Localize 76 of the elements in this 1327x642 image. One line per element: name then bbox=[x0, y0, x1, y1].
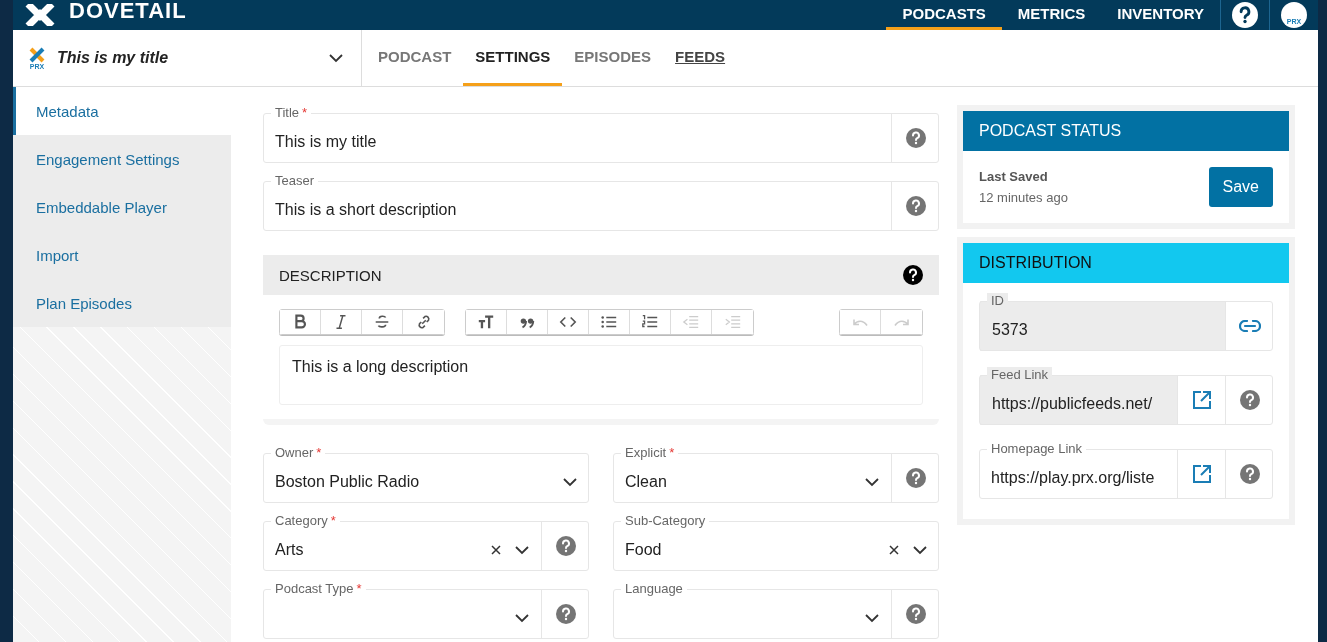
input-field[interactable]: Teaser This is a short description bbox=[263, 173, 939, 231]
section-heading: DESCRIPTION bbox=[279, 266, 382, 284]
field-label: Podcast Type * bbox=[271, 581, 366, 597]
help-icon bbox=[905, 196, 926, 216]
indent-icon bbox=[723, 313, 742, 331]
select-field[interactable]: Category * Arts bbox=[263, 513, 589, 571]
help-icon bbox=[905, 604, 926, 624]
field-label: Explicit * bbox=[621, 445, 679, 461]
nav-link[interactable]: METRICS bbox=[1001, 0, 1102, 30]
field-value: This is my title bbox=[275, 133, 378, 151]
text-size-icon bbox=[477, 313, 495, 331]
chevron-down-icon bbox=[515, 545, 529, 555]
select-field[interactable]: Owner * Boston Public Radio bbox=[263, 445, 589, 503]
clear-icon bbox=[491, 545, 501, 555]
field-label: Sub-Category bbox=[621, 513, 710, 529]
select-field[interactable]: Explicit * Clean bbox=[613, 445, 939, 503]
field-value: https://publicfeeds.net/ bbox=[992, 395, 1154, 413]
help-icon bbox=[1239, 390, 1260, 410]
undo-icon bbox=[852, 317, 868, 327]
tab[interactable]: SETTINGS bbox=[463, 30, 563, 86]
card-heading: PODCAST STATUS bbox=[963, 111, 1289, 151]
sidebar-item[interactable]: Embeddable Player bbox=[13, 183, 231, 231]
strike-icon bbox=[373, 313, 391, 331]
last-saved-time: 12 minutes ago bbox=[979, 190, 1068, 205]
select-field[interactable]: Podcast Type * bbox=[263, 581, 589, 639]
card-heading: DISTRIBUTION bbox=[963, 243, 1289, 283]
select-field[interactable]: Sub-Category Food bbox=[613, 513, 939, 571]
logo-icon bbox=[25, 4, 55, 26]
sidebar-item[interactable]: Metadata bbox=[13, 87, 231, 135]
help-icon bbox=[905, 468, 926, 488]
external-link-icon bbox=[1191, 464, 1212, 484]
description-editor[interactable]: This is a long description bbox=[279, 345, 923, 405]
last-saved-label: Last Saved bbox=[979, 169, 1049, 184]
tab[interactable]: FEEDS bbox=[663, 30, 738, 86]
help-icon bbox=[903, 265, 923, 285]
help-icon bbox=[555, 536, 576, 556]
field-label: Homepage Link bbox=[987, 441, 1087, 457]
brand-name: DOVETAIL bbox=[69, 0, 187, 24]
clear-icon bbox=[889, 545, 899, 555]
help-icon[interactable] bbox=[1232, 2, 1258, 28]
tab[interactable]: EPISODES bbox=[562, 30, 664, 86]
help-icon bbox=[555, 604, 576, 624]
bullet-list-icon bbox=[600, 313, 618, 331]
chevron-down-icon bbox=[515, 613, 529, 623]
chevron-down-icon bbox=[913, 545, 927, 555]
field-value: Arts bbox=[275, 541, 305, 559]
external-link-icon bbox=[1191, 390, 1212, 410]
sidebar-item[interactable]: Engagement Settings bbox=[13, 135, 231, 183]
link-icon bbox=[1238, 320, 1261, 332]
sidebar-item[interactable]: Import bbox=[13, 231, 231, 279]
field-value: Food bbox=[625, 541, 663, 559]
field-label: Language bbox=[621, 581, 687, 597]
sidebar-item[interactable]: Plan Episodes bbox=[13, 279, 231, 327]
text-size-button[interactable] bbox=[466, 310, 507, 334]
tab[interactable]: PODCAST bbox=[366, 30, 464, 86]
field-value: 5373 bbox=[992, 321, 1029, 339]
field-value: https://play.prx.org/liste bbox=[991, 469, 1156, 487]
bold-button[interactable] bbox=[280, 310, 321, 334]
field-value: This is a short description bbox=[275, 201, 458, 219]
redo-icon bbox=[893, 317, 910, 327]
chevron-down-icon bbox=[865, 477, 879, 487]
field-value: Boston Public Radio bbox=[275, 473, 421, 491]
nav-link[interactable]: PODCASTS bbox=[886, 0, 1002, 30]
chevron-down-icon bbox=[563, 477, 577, 487]
field-value: Clean bbox=[625, 473, 668, 491]
chevron-down-icon bbox=[329, 53, 343, 63]
nav-link[interactable]: INVENTORY bbox=[1101, 0, 1220, 30]
field-label: Category * bbox=[271, 513, 340, 529]
input-field[interactable]: Title * This is my title bbox=[263, 105, 939, 163]
chevron-down-icon bbox=[865, 613, 879, 623]
help-icon bbox=[1239, 464, 1260, 484]
input-field[interactable]: Homepage Link https://play.prx.org/liste bbox=[979, 441, 1273, 499]
select-field[interactable]: Language bbox=[613, 581, 939, 639]
help-icon bbox=[905, 128, 926, 148]
outdent-icon bbox=[682, 313, 700, 331]
save-button[interactable]: Save bbox=[1208, 167, 1273, 207]
